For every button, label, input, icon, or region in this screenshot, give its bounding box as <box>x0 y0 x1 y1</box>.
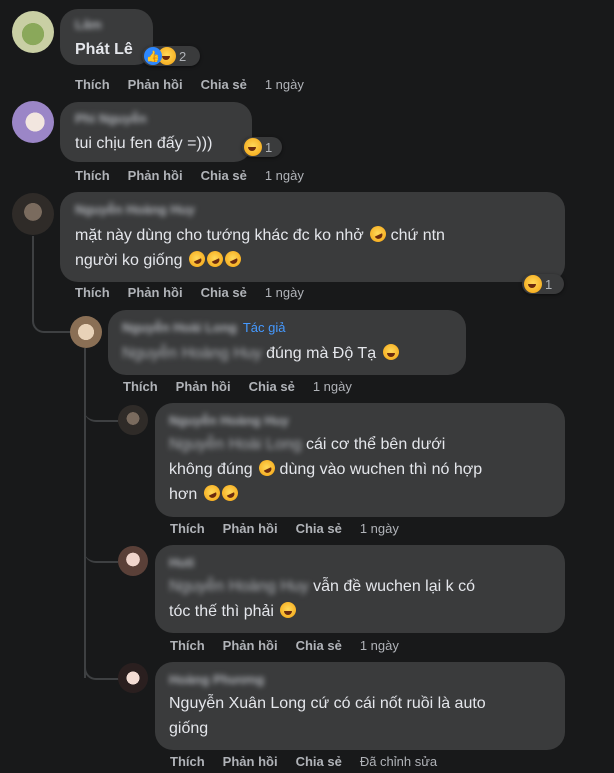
reaction-summary[interactable]: 1 <box>522 274 564 294</box>
reaction-count: 1 <box>265 139 273 155</box>
edited-label: Đã chỉnh sửa <box>359 754 438 769</box>
like-button[interactable]: Thích <box>170 638 205 653</box>
avatar[interactable] <box>12 101 54 143</box>
comment-text: người ko giống <box>75 248 244 273</box>
comment-actions: Thích Phản hồi Chia sẻ 1 ngày <box>75 77 304 92</box>
grin-sweat-emoji-icon <box>280 602 297 618</box>
mention-link[interactable]: Nguyễn Hoàng Huy <box>169 578 309 595</box>
author-name[interactable]: Nguyễn Hoài Long <box>122 320 237 335</box>
avatar[interactable] <box>12 11 54 53</box>
comment-text: mặt này dùng cho tướng khác đc ko nhở ch… <box>75 223 445 248</box>
comment-actions: Thích Phản hồi Chia sẻ 1 ngày <box>75 285 304 300</box>
haha-reaction-icon <box>244 138 262 156</box>
comment-author[interactable]: Hoàng Phương <box>169 672 264 687</box>
share-button[interactable]: Chia sẻ <box>249 379 295 394</box>
reaction-count: 2 <box>179 48 187 64</box>
reply-bubble: Hoàng Phương Nguyễn Xuân Long cứ có cái … <box>155 662 565 750</box>
thread-line-reply <box>84 348 86 678</box>
mention-link[interactable]: Nguyễn Hoàng Huy <box>122 345 262 362</box>
reply-button[interactable]: Phản hồi <box>176 379 231 394</box>
comment-author[interactable]: Nguyễn Hoàng Huy <box>169 413 289 428</box>
like-button[interactable]: Thích <box>75 168 110 183</box>
avatar[interactable] <box>118 546 148 576</box>
rofl-emoji-icon <box>222 248 244 270</box>
rofl-emoji-icon <box>201 482 223 504</box>
comment-text: Phát Lê <box>75 38 133 62</box>
comment-actions: Thích Phản hồi Chia sẻ Đã chỉnh sửa <box>170 754 437 769</box>
comment-author: Nguyễn Hoài Long Tác giả <box>122 320 285 335</box>
reply-bubble: Nguyễn Hoàng Huy Nguyễn Hoài Long cái cơ… <box>155 403 565 517</box>
share-button[interactable]: Chia sẻ <box>201 77 247 92</box>
reply-button[interactable]: Phản hồi <box>223 754 278 769</box>
rofl-emoji-icon <box>204 248 226 270</box>
reaction-summary[interactable]: 👍 2 <box>142 46 200 66</box>
comment-author[interactable]: Huti <box>169 555 194 570</box>
comment-actions: Thích Phản hồi Chia sẻ 1 ngày <box>170 521 399 536</box>
comment-bubble: Nguyễn Hoàng Huy mặt này dùng cho tướng … <box>60 192 565 282</box>
timestamp[interactable]: 1 ngày <box>313 379 352 394</box>
avatar[interactable] <box>118 663 148 693</box>
share-button[interactable]: Chia sẻ <box>296 754 342 769</box>
author-badge: Tác giả <box>242 320 286 335</box>
mention-link[interactable]: Phát Lê <box>75 41 133 58</box>
avatar[interactable] <box>70 316 102 348</box>
thread-branch-3 <box>84 658 120 680</box>
comment-text: tui chịu fen đấy =))) <box>75 135 213 152</box>
comment-author[interactable]: Nguyễn Hoàng Huy <box>75 202 195 217</box>
like-button[interactable]: Thích <box>123 379 158 394</box>
comment-text: hơn <box>169 482 241 507</box>
haha-reaction-icon <box>524 275 542 293</box>
reply-button[interactable]: Phản hồi <box>128 285 183 300</box>
timestamp[interactable]: 1 ngày <box>360 638 399 653</box>
rofl-emoji-icon <box>186 248 208 270</box>
reply-button[interactable]: Phản hồi <box>128 77 183 92</box>
reply-button[interactable]: Phản hồi <box>128 168 183 183</box>
reply-bubble: Nguyễn Hoài Long Tác giả Nguyễn Hoàng Huy… <box>108 310 466 375</box>
reply-button[interactable]: Phản hồi <box>223 521 278 536</box>
avatar[interactable] <box>12 193 54 235</box>
like-reaction-icon: 👍 <box>144 47 162 65</box>
comment-bubble: Phi Nguyễn tui chịu fen đấy =))) <box>60 102 252 162</box>
share-button[interactable]: Chia sẻ <box>201 285 247 300</box>
thread-branch-1 <box>84 400 118 422</box>
share-button[interactable]: Chia sẻ <box>201 168 247 183</box>
timestamp[interactable]: 1 ngày <box>265 77 304 92</box>
comment-actions: Thích Phản hồi Chia sẻ 1 ngày <box>170 638 399 653</box>
comment-text: không đúng dùng vào wuchen thì nó hợp <box>169 457 482 482</box>
like-button[interactable]: Thích <box>75 77 110 92</box>
rofl-emoji-icon <box>256 457 278 479</box>
comment-actions: Thích Phản hồi Chia sẻ 1 ngày <box>123 379 352 394</box>
comment-actions: Thích Phản hồi Chia sẻ 1 ngày <box>75 168 304 183</box>
comment-text: giống <box>169 720 209 737</box>
rofl-emoji-icon <box>219 482 241 504</box>
reply-bubble: Huti Nguyễn Hoàng Huy vẫn đề wuchen lại … <box>155 545 565 633</box>
comment-text: Nguyễn Hoài Long cái cơ thể bên dưới <box>169 436 446 453</box>
share-button[interactable]: Chia sẻ <box>296 521 342 536</box>
reaction-count: 1 <box>545 276 553 292</box>
like-button[interactable]: Thích <box>75 285 110 300</box>
timestamp[interactable]: 1 ngày <box>265 285 304 300</box>
share-button[interactable]: Chia sẻ <box>296 638 342 653</box>
pacman-emoji-icon <box>382 344 399 360</box>
avatar[interactable] <box>118 405 148 435</box>
comment-text: Nguyễn Xuân Long cứ có cái nốt ruồi là a… <box>169 695 486 712</box>
timestamp[interactable]: 1 ngày <box>265 168 304 183</box>
like-button[interactable]: Thích <box>170 521 205 536</box>
reaction-summary[interactable]: 1 <box>242 137 282 157</box>
comment-text: tóc thế thì phải <box>169 600 297 624</box>
mention-link[interactable]: Nguyễn Hoài Long <box>169 436 302 453</box>
thread-branch-2 <box>84 541 118 563</box>
comment-bubble: Lâm Phát Lê <box>60 9 153 65</box>
comment-text: Nguyễn Hoàng Huy đúng mà Độ Tạ <box>122 342 399 366</box>
comment-author[interactable]: Lâm <box>75 17 102 32</box>
comment-text: Nguyễn Hoàng Huy vẫn đề wuchen lại k có <box>169 578 475 595</box>
timestamp[interactable]: 1 ngày <box>360 521 399 536</box>
rofl-emoji-icon <box>367 223 389 245</box>
comment-author[interactable]: Phi Nguyễn <box>75 111 147 126</box>
like-button[interactable]: Thích <box>170 754 205 769</box>
reply-button[interactable]: Phản hồi <box>223 638 278 653</box>
